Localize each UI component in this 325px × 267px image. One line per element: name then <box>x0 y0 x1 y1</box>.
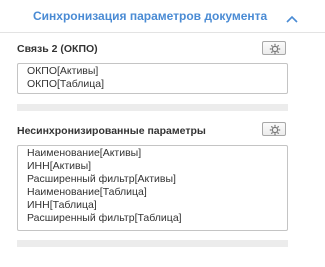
list-item[interactable]: ОКПО[Активы] <box>27 65 287 78</box>
chevron-up-icon[interactable] <box>285 11 299 23</box>
list-item[interactable]: ИНН[Таблица] <box>27 199 287 212</box>
panel-title: Синхронизация параметров документа <box>33 9 268 23</box>
panel-header[interactable]: Синхронизация параметров документа <box>0 0 325 32</box>
list-item[interactable]: ИНН[Активы] <box>27 160 287 173</box>
section-label-unsynced: Несинхронизированные параметры <box>17 125 206 137</box>
gear-icon <box>269 124 281 136</box>
link-settings-button[interactable] <box>262 41 286 55</box>
gear-icon <box>269 43 281 55</box>
section-label-link: Связь 2 (ОКПО) <box>17 43 98 55</box>
unsynced-list-scrollbar[interactable] <box>17 240 288 247</box>
list-item[interactable]: Наименование[Активы] <box>27 147 287 160</box>
list-item[interactable]: Расширенный фильтр[Активы] <box>27 173 287 186</box>
header-divider <box>0 32 325 33</box>
list-item[interactable]: ОКПО[Таблица] <box>27 78 287 91</box>
sync-parameters-panel: Синхронизация параметров документа Связь… <box>0 0 325 267</box>
link-list-scrollbar[interactable] <box>17 104 288 111</box>
link-parameters-list[interactable]: ОКПО[Активы] ОКПО[Таблица] <box>17 63 288 94</box>
list-item[interactable]: Расширенный фильтр[Таблица] <box>27 212 287 225</box>
list-item[interactable]: Наименование[Таблица] <box>27 186 287 199</box>
unsynced-parameters-list[interactable]: Наименование[Активы] ИНН[Активы] Расшире… <box>17 145 288 231</box>
unsynced-settings-button[interactable] <box>262 122 286 136</box>
